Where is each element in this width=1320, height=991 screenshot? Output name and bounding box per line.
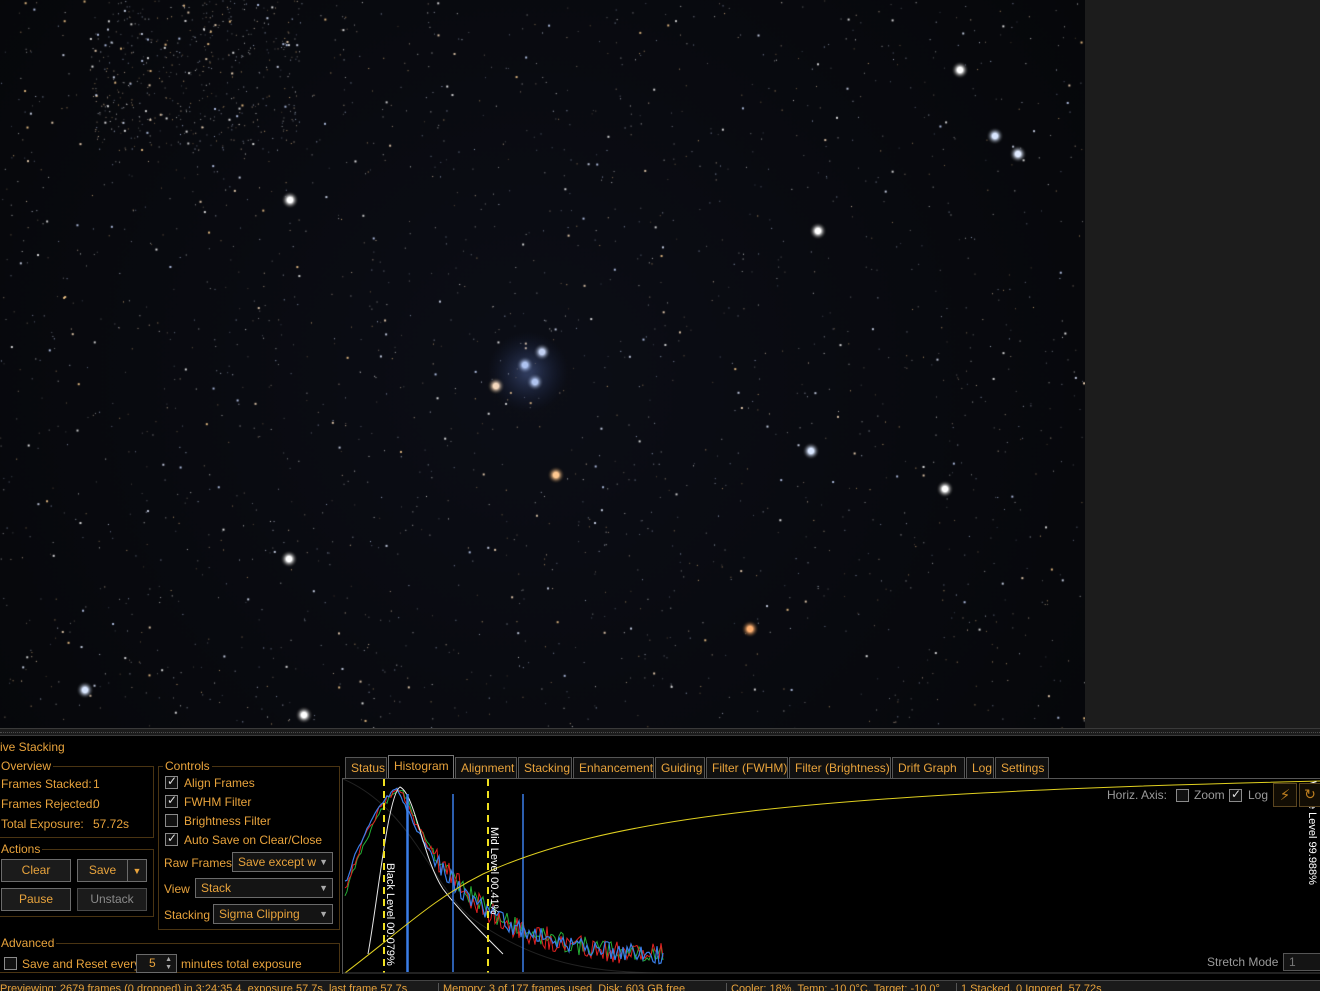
- save-button[interactable]: Save: [77, 859, 128, 882]
- tab-drift-graph[interactable]: Drift Graph: [892, 757, 965, 778]
- stretch-mode-spinner[interactable]: 1: [1283, 953, 1320, 971]
- tab-enhancement[interactable]: Enhancement: [573, 757, 654, 778]
- frames-rejected-label: Frames Rejected:: [1, 797, 96, 811]
- view-value: Stack: [201, 881, 232, 895]
- spinner-arrows-icon[interactable]: ▲ ▼: [165, 956, 172, 972]
- chevron-down-icon: ▼: [319, 909, 328, 919]
- reset-stretch-button[interactable]: ↻: [1299, 783, 1320, 807]
- total-exposure-value: 57.72s: [93, 817, 130, 831]
- brightness-filter-label: Brightness Filter: [184, 814, 271, 828]
- tab-guiding[interactable]: Guiding: [655, 757, 705, 778]
- mid-level-label: Mid Level 00.41%: [488, 827, 500, 915]
- save-reset-label: Save and Reset every: [22, 957, 141, 971]
- controls-label: Controls: [163, 759, 212, 773]
- align-frames-label: Align Frames: [184, 776, 255, 790]
- chevron-down-icon: ▼: [319, 857, 328, 867]
- tab-settings[interactable]: Settings: [995, 757, 1049, 778]
- reset-icon: ↻: [1304, 787, 1316, 803]
- frames-stacked-value: 1: [93, 777, 100, 791]
- stacked-image: [0, 0, 1085, 728]
- save-reset-checkbox[interactable]: [4, 957, 17, 970]
- chevron-down-icon: ▼: [132, 866, 142, 876]
- cooler-status: Cooler: 18%, Temp: -10.0°C, Target: -10.…: [726, 983, 952, 991]
- zoom-label: Zoom: [1194, 788, 1225, 802]
- frames-stacked-label: Frames Stacked:: [1, 777, 92, 791]
- histogram-chart[interactable]: Black Level 00.079% Mid Level 00.41% White…: [343, 779, 1320, 975]
- minutes-suffix: minutes total exposure: [181, 957, 302, 971]
- log-checkbox[interactable]: [1229, 787, 1242, 802]
- stacking-value: Sigma Clipping: [219, 907, 300, 921]
- auto-save-label: Auto Save on Clear/Close: [184, 833, 323, 847]
- clear-button[interactable]: Clear: [1, 859, 71, 882]
- tab-alignment[interactable]: Alignment: [455, 757, 517, 778]
- zoom-checkbox[interactable]: [1176, 789, 1189, 802]
- tab-filter-fwhm[interactable]: Filter (FWHM): [706, 757, 788, 778]
- pause-button[interactable]: Pause: [1, 888, 71, 911]
- histogram-panel[interactable]: Black Level 00.079% Mid Level 00.41% White…: [342, 778, 1320, 974]
- actions-label: Actions: [0, 842, 43, 856]
- auto-stretch-button[interactable]: ⚡: [1273, 783, 1297, 807]
- tab-histogram[interactable]: Histogram: [388, 755, 454, 779]
- log-label: Log: [1248, 788, 1269, 802]
- memory-status: Memory: 3 of 177 frames used. Disk: 603 …: [438, 983, 722, 991]
- view-label: View: [164, 882, 190, 896]
- frames-rejected-value: 0: [93, 797, 100, 811]
- stretch-mode-label: Stretch Mode: [1207, 955, 1279, 969]
- brightness-filter-checkbox[interactable]: [165, 814, 178, 827]
- panel-splitter[interactable]: [0, 728, 1320, 736]
- raw-frames-select[interactable]: Save except w ▼: [232, 852, 333, 872]
- black-level-label: Black Level 00.079%: [384, 863, 396, 966]
- previewing-status: Previewing: 2679 frames (0 dropped) in 3…: [0, 983, 408, 991]
- unstack-button[interactable]: Unstack: [77, 888, 147, 911]
- overview-label: Overview: [0, 759, 54, 773]
- tab-log[interactable]: Log: [966, 757, 994, 778]
- chevron-down-icon: ▼: [319, 883, 328, 893]
- total-exposure-label: Total Exposure:: [1, 817, 84, 831]
- minutes-value: 5: [149, 956, 156, 970]
- minutes-spinner[interactable]: 5 ▲ ▼: [136, 954, 177, 973]
- stacking-select[interactable]: Sigma Clipping ▼: [213, 904, 333, 924]
- raw-frames-label: Raw Frames: [164, 856, 233, 870]
- stretch-mode-value: 1: [1289, 955, 1296, 969]
- fwhm-filter-checkbox[interactable]: [165, 793, 178, 808]
- raw-frames-value: Save except w: [238, 855, 317, 869]
- status-bar: Previewing: 2679 frames (0 dropped) in 3…: [0, 980, 1320, 991]
- tab-filter-brightness[interactable]: Filter (Brightness): [789, 757, 891, 778]
- auto-save-checkbox[interactable]: [165, 831, 178, 846]
- save-dropdown-button[interactable]: ▼: [127, 859, 147, 882]
- image-viewer[interactable]: [0, 0, 1085, 728]
- viewer-background: [1085, 0, 1320, 728]
- align-frames-checkbox[interactable]: [165, 774, 178, 789]
- tab-status[interactable]: Status: [345, 757, 387, 778]
- tab-stacking[interactable]: Stacking: [518, 757, 572, 778]
- view-select[interactable]: Stack ▼: [195, 878, 333, 898]
- stacked-status: 1 Stacked, 0 Ignored, 57.72s: [956, 983, 1320, 991]
- advanced-label: Advanced: [0, 936, 57, 950]
- horiz-axis-label: Horiz. Axis:: [1107, 788, 1168, 802]
- stacking-label: Stacking: [164, 908, 211, 922]
- fwhm-filter-label: FWHM Filter: [184, 795, 252, 809]
- panel-title: ive Stacking: [0, 740, 65, 754]
- lightning-icon: ⚡: [1279, 786, 1291, 804]
